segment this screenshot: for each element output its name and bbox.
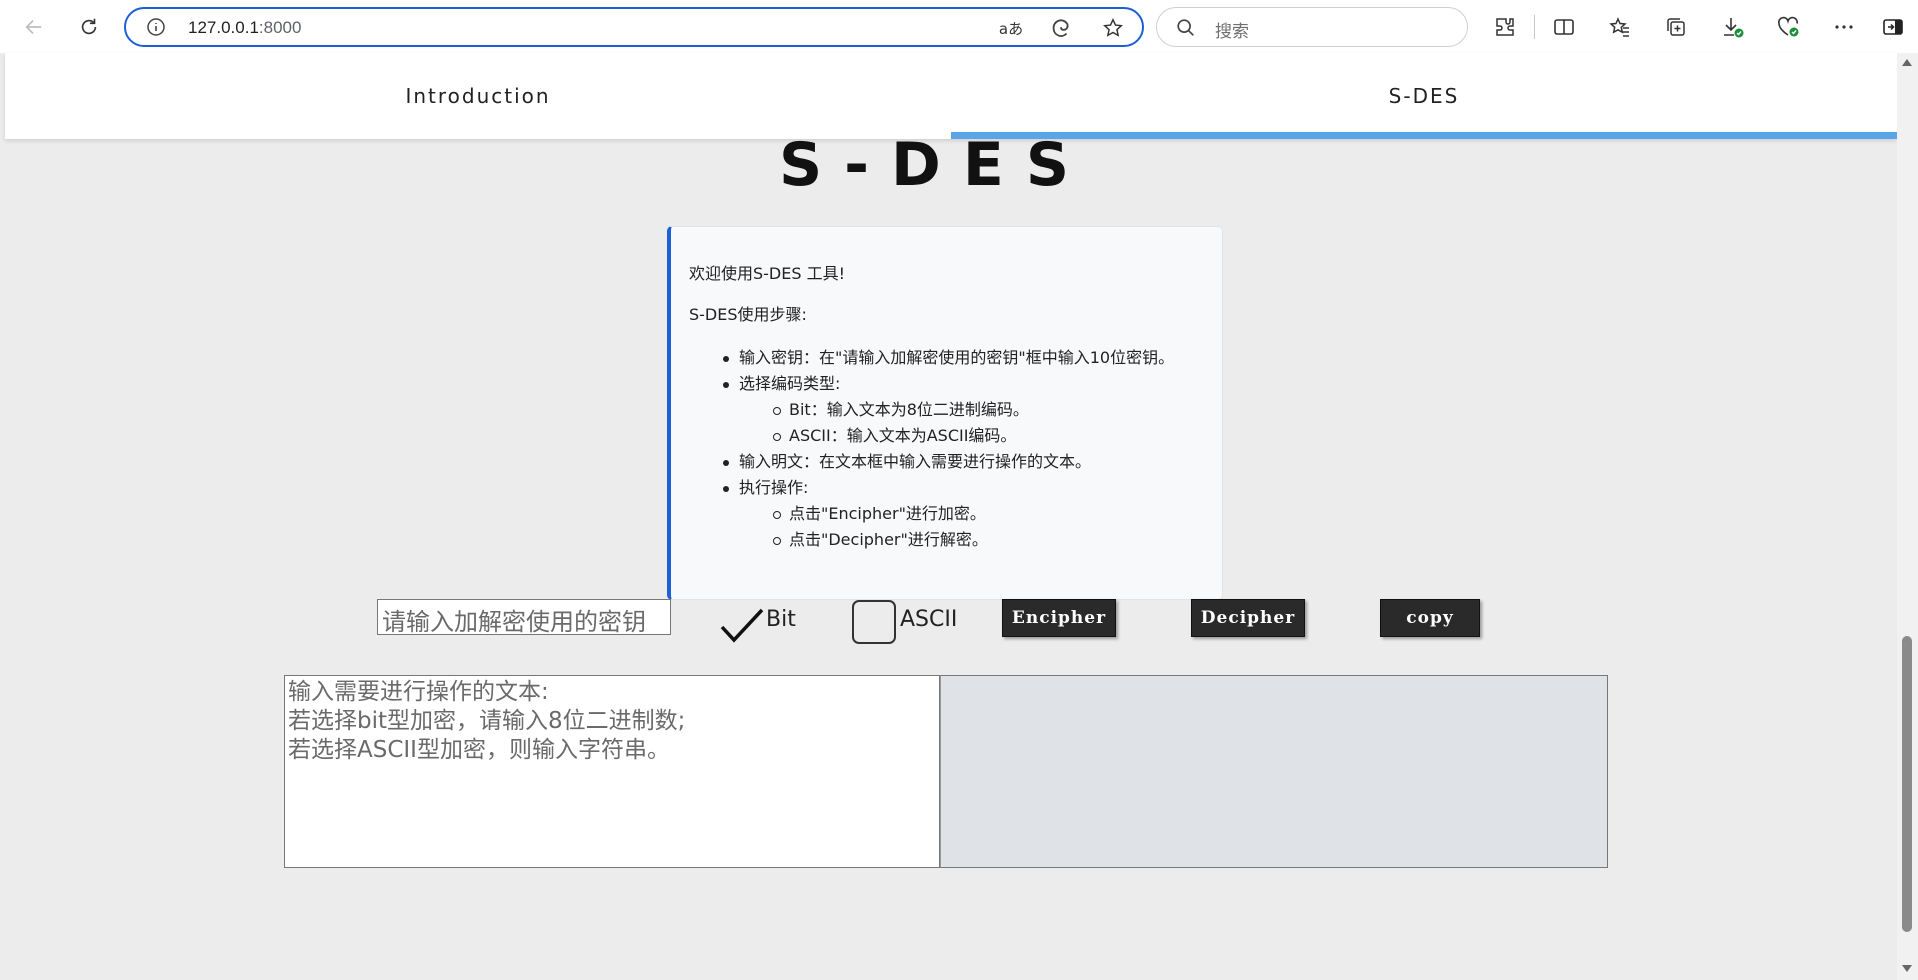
scroll-up-arrow-icon[interactable] [1902, 59, 1912, 66]
steps-title: S-DES使用步骤: [689, 305, 807, 324]
decipher-button[interactable]: Decipher [1191, 599, 1305, 637]
substep-list: 点击"Encipher"进行加密。 点击"Decipher"进行解密。 [739, 501, 1204, 553]
step-item: 执行操作: 点击"Encipher"进行加密。 点击"Decipher"进行解密… [689, 475, 1204, 553]
substep-item: Bit：输入文本为8位二进制编码。 [739, 397, 1204, 423]
bit-label[interactable]: Bit [766, 607, 796, 632]
refresh-button[interactable] [71, 9, 107, 45]
ascii-label[interactable]: ASCII [900, 607, 957, 632]
scroll-down-arrow-icon[interactable] [1902, 965, 1912, 972]
back-button[interactable] [16, 9, 52, 45]
tab-introduction[interactable]: Introduction [5, 53, 951, 139]
steps-list: 输入密钥：在"请输入加解密使用的密钥"框中输入10位密钥。 选择编码类型: Bi… [689, 345, 1204, 553]
search-box[interactable]: 搜索 [1156, 7, 1468, 47]
substep-list: Bit：输入文本为8位二进制编码。 ASCII：输入文本为ASCII编码。 [739, 397, 1204, 449]
step-item: 选择编码类型: Bit：输入文本为8位二进制编码。 ASCII：输入文本为ASC… [689, 371, 1204, 449]
browser-toolbar: 127.0.0.1:8000 aあ 搜索 [0, 0, 1918, 53]
back-arrow-icon [25, 19, 42, 35]
search-placeholder: 搜索 [1215, 22, 1249, 42]
bit-checkbox[interactable] [719, 608, 765, 644]
address-bar[interactable]: 127.0.0.1:8000 aあ [124, 7, 1144, 47]
read-aloud-icon[interactable]: aあ [998, 16, 1024, 40]
split-screen-icon[interactable] [1547, 11, 1581, 43]
key-input[interactable]: 请输入加解密使用的密钥 [377, 599, 671, 636]
edge-refresh-icon[interactable] [1048, 16, 1074, 40]
instructions-card: 欢迎使用S-DES 工具! S-DES使用步骤: 输入密钥：在"请输入加解密使用… [667, 226, 1223, 600]
search-icon [1177, 19, 1194, 36]
refresh-icon [81, 18, 97, 35]
toolbar-divider [1534, 15, 1535, 39]
sidebar-toggle-icon[interactable] [1876, 11, 1910, 43]
substep-item: 点击"Encipher"进行加密。 [739, 501, 1204, 527]
tab-bar: Introduction S-DES [5, 53, 1897, 139]
page-scrollbar[interactable] [1897, 53, 1918, 980]
scroll-thumb[interactable] [1902, 636, 1912, 932]
collections-icon[interactable] [1659, 11, 1693, 43]
page-title: S-DES [778, 130, 1092, 200]
plaintext-input[interactable]: 输入需要进行操作的文本: 若选择bit型加密，请输入8位二进制数; 若选择ASC… [284, 675, 940, 868]
substep-item: 点击"Decipher"进行解密。 [739, 527, 1204, 553]
url-text: 127.0.0.1:8000 [188, 18, 302, 37]
downloads-icon[interactable] [1715, 11, 1749, 43]
tab-s-des[interactable]: S-DES [951, 53, 1897, 139]
browser-essentials-icon[interactable] [1771, 11, 1805, 43]
output-textarea[interactable] [940, 675, 1608, 868]
substep-item: ASCII：输入文本为ASCII编码。 [739, 423, 1204, 449]
site-info-icon[interactable] [146, 17, 166, 37]
encipher-button[interactable]: Encipher [1002, 599, 1116, 637]
step-item: 输入明文：在文本框中输入需要进行操作的文本。 [689, 449, 1204, 475]
more-options-icon[interactable] [1827, 11, 1861, 43]
favorite-star-icon[interactable] [1100, 16, 1126, 40]
favorites-icon[interactable] [1603, 11, 1637, 43]
welcome-text: 欢迎使用S-DES 工具! [689, 264, 846, 283]
extensions-icon[interactable] [1488, 11, 1522, 43]
step-item: 输入密钥：在"请输入加解密使用的密钥"框中输入10位密钥。 [689, 345, 1204, 371]
ascii-checkbox[interactable] [852, 600, 896, 644]
copy-button[interactable]: copy [1380, 599, 1480, 637]
